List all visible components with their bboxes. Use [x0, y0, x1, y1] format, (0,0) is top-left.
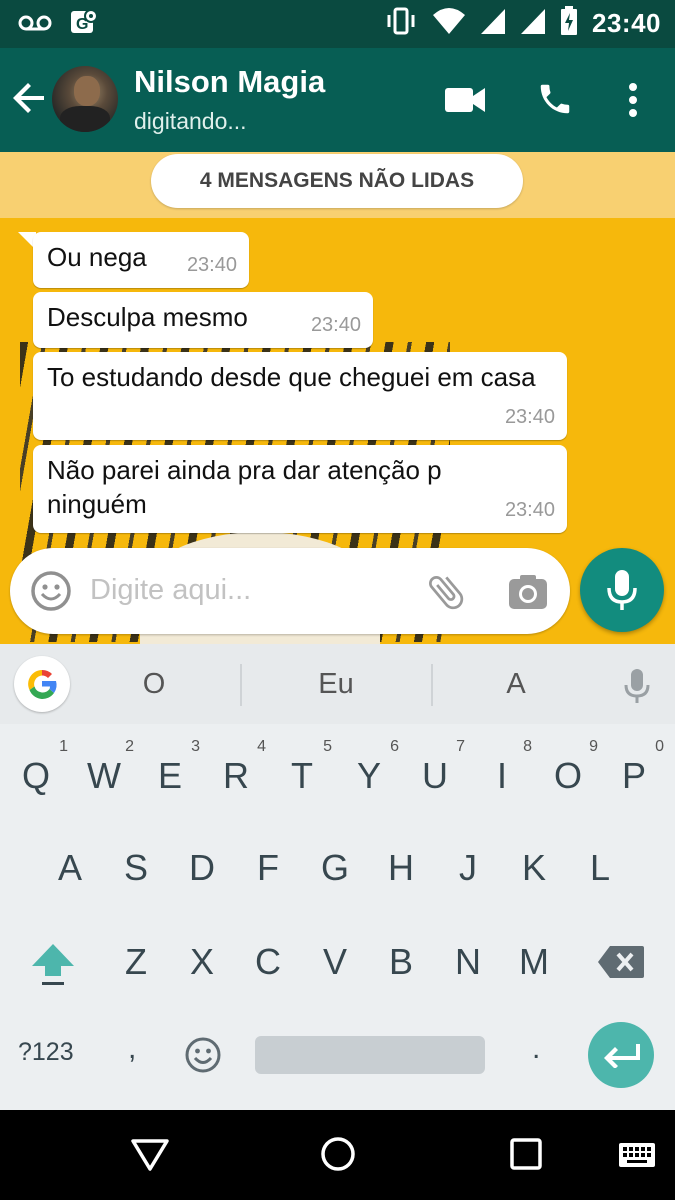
location-sync-icon: G [70, 8, 98, 43]
avatar[interactable] [52, 66, 118, 132]
shift-icon[interactable] [28, 940, 78, 990]
key-hint: 0 [655, 738, 664, 755]
key-u[interactable]: U7 [405, 738, 465, 808]
suggestion-bar: O Eu A [0, 644, 675, 724]
nav-recents-icon[interactable] [510, 1138, 542, 1175]
key-a[interactable]: A [40, 836, 100, 900]
key-p[interactable]: P0 [604, 738, 664, 808]
enter-icon [604, 1044, 640, 1068]
message-placeholder: Digite aqui... [90, 574, 252, 606]
key-f[interactable]: F [238, 836, 298, 900]
navigation-bar [0, 1110, 675, 1200]
key-z[interactable]: Z [106, 930, 166, 994]
period-key[interactable]: . [532, 1032, 540, 1066]
key-q[interactable]: Q1 [6, 738, 68, 808]
wifi-icon [432, 7, 466, 40]
emoji-icon[interactable] [30, 570, 72, 612]
key-j[interactable]: J [438, 836, 498, 900]
divider [431, 664, 433, 706]
key-hint: 4 [257, 738, 266, 755]
key-w[interactable]: W2 [74, 738, 134, 808]
key-hint: 5 [323, 738, 332, 755]
key-l[interactable]: L [570, 836, 630, 900]
space-bar[interactable] [255, 1036, 485, 1074]
typing-status: digitando... [134, 108, 247, 134]
vibrate-icon [384, 7, 418, 40]
key-hint: 3 [191, 738, 200, 755]
google-icon[interactable] [14, 656, 70, 712]
key-k[interactable]: K [504, 836, 564, 900]
key-c[interactable]: C [238, 930, 298, 994]
more-vert-icon[interactable] [622, 82, 644, 118]
key-v[interactable]: V [305, 930, 365, 994]
suggestion[interactable]: Eu [276, 668, 396, 701]
comma-key[interactable]: , [128, 1032, 136, 1066]
backspace-icon[interactable] [596, 944, 646, 980]
nav-back-icon[interactable] [130, 1138, 170, 1177]
key-o[interactable]: O9 [538, 738, 598, 808]
paperclip-icon[interactable] [424, 570, 468, 614]
enter-key[interactable] [588, 1022, 654, 1088]
key-n[interactable]: N [438, 930, 498, 994]
mic-icon [607, 570, 637, 610]
message-bubble[interactable]: To estudando desde que cheguei em casa 2… [33, 352, 567, 440]
message-time: 23:40 [504, 499, 555, 521]
message-bubble[interactable]: Não parei ainda pra dar atenção p ningué… [33, 445, 567, 533]
message-bubble[interactable]: Desculpa mesmo 23:40 [33, 292, 373, 348]
contact-name[interactable]: Nilson Magia [134, 64, 325, 100]
battery-charging-icon [560, 6, 578, 41]
message-time: 23:40 [186, 254, 237, 276]
message-time: 23:40 [310, 314, 361, 336]
message-input[interactable]: Digite aqui... [10, 548, 570, 634]
voice-message-button[interactable] [580, 548, 664, 632]
key-hint: 7 [456, 738, 465, 755]
key-x[interactable]: X [172, 930, 232, 994]
signal-icon [480, 7, 506, 40]
emoji-icon[interactable] [184, 1036, 222, 1074]
key-e[interactable]: E3 [140, 738, 200, 808]
chat-header: Nilson Magia digitando... [0, 48, 675, 152]
voicemail-icon [18, 14, 52, 37]
key-b[interactable]: B [371, 930, 431, 994]
keyboard-switch-icon[interactable] [618, 1142, 656, 1173]
phone-icon[interactable] [536, 80, 574, 118]
key-s[interactable]: S [106, 836, 166, 900]
key-hint: 8 [523, 738, 532, 755]
camera-icon[interactable] [506, 570, 550, 614]
key-t[interactable]: T5 [272, 738, 332, 808]
key-y[interactable]: Y6 [339, 738, 399, 808]
unread-banner: 4 MENSAGENS NÃO LIDAS [0, 152, 675, 218]
key-m[interactable]: M [504, 930, 564, 994]
message-time: 23:40 [504, 406, 555, 428]
nav-home-icon[interactable] [320, 1136, 356, 1177]
key-g[interactable]: G [305, 836, 365, 900]
key-d[interactable]: D [172, 836, 232, 900]
keyboard: O Eu A Q1 W2 E3 R4 T5 Y6 U7 I8 O9 P0 A S… [0, 644, 675, 1110]
key-hint: 1 [59, 738, 68, 755]
mic-icon[interactable] [622, 668, 652, 704]
key-i[interactable]: I8 [472, 738, 532, 808]
video-call-icon[interactable] [444, 84, 486, 116]
key-r[interactable]: R4 [206, 738, 266, 808]
back-arrow-icon[interactable] [12, 80, 52, 120]
symbols-key[interactable]: ?123 [18, 1038, 74, 1067]
message-bubble[interactable]: Ou nega 23:40 [33, 232, 249, 288]
message-text: To estudando desde que cheguei em casa [47, 362, 536, 392]
suggestion[interactable]: A [456, 668, 576, 701]
key-hint: 9 [589, 738, 598, 755]
key-hint: 2 [125, 738, 134, 755]
key-hint: 6 [390, 738, 399, 755]
message-text: Não parei ainda pra dar atenção p ningué… [47, 455, 442, 519]
status-bar: G 23:40 [0, 0, 675, 48]
unread-count-label: 4 MENSAGENS NÃO LIDAS [151, 154, 523, 208]
signal-icon [520, 7, 546, 40]
suggestion[interactable]: O [94, 668, 214, 701]
clock: 23:40 [592, 8, 661, 38]
key-h[interactable]: H [371, 836, 431, 900]
divider [240, 664, 242, 706]
